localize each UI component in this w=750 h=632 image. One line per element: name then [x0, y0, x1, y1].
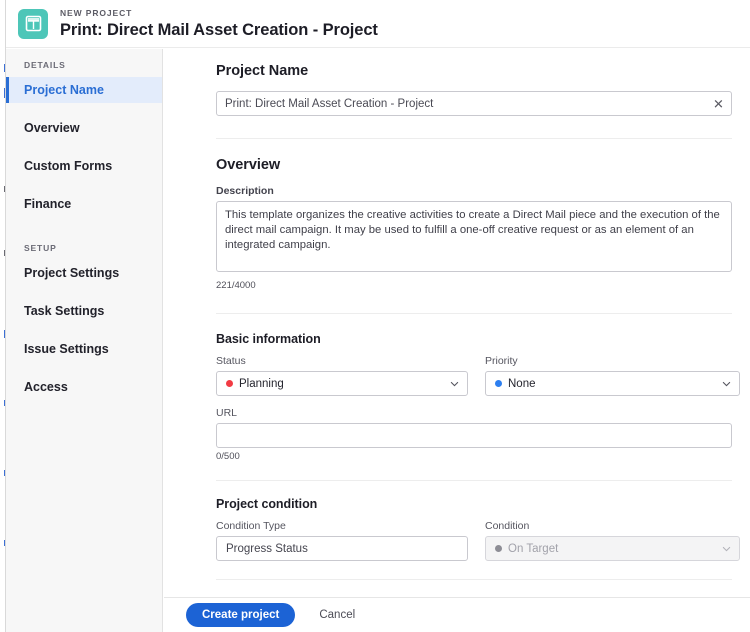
status-dot-icon	[226, 380, 233, 387]
chevron-down-icon	[450, 379, 459, 388]
sidebar-item-finance[interactable]: Finance	[6, 191, 162, 217]
description-label: Description	[216, 185, 274, 197]
sidebar-item-issue-settings[interactable]: Issue Settings	[6, 336, 162, 362]
sidebar-item-label: Task Settings	[24, 304, 105, 318]
condition-select: On Target	[485, 536, 740, 561]
priority-select[interactable]: None	[485, 371, 740, 396]
section-heading-overview: Overview	[216, 157, 281, 173]
sidebar-item-custom-forms[interactable]: Custom Forms	[6, 153, 162, 179]
project-name-field-wrap: ✕	[216, 91, 732, 116]
status-label: Status	[216, 355, 246, 367]
project-template-icon	[18, 8, 48, 39]
section-divider-1	[216, 138, 732, 139]
chevron-down-icon	[722, 379, 731, 388]
url-input[interactable]	[216, 423, 732, 448]
cancel-button[interactable]: Cancel	[313, 608, 361, 622]
new-project-panel: NEW PROJECT Print: Direct Mail Asset Cre…	[0, 0, 750, 632]
condition-value: On Target	[508, 542, 559, 555]
url-label: URL	[216, 407, 238, 419]
panel-header: NEW PROJECT Print: Direct Mail Asset Cre…	[6, 0, 750, 48]
priority-field: Priority None	[485, 355, 740, 396]
condition-field: Condition On Target	[485, 520, 740, 561]
page-title: Print: Direct Mail Asset Creation - Proj…	[60, 20, 378, 39]
url-field: URL 0/500	[216, 407, 732, 462]
status-select[interactable]: Planning	[216, 371, 468, 396]
status-field: Status Planning	[216, 355, 468, 396]
sidebar-item-label: Project Name	[24, 83, 104, 97]
sidebar-item-label: Issue Settings	[24, 342, 109, 356]
close-icon[interactable]: ✕	[712, 97, 725, 110]
sidebar-group-label-details: DETAILS	[24, 60, 66, 70]
priority-value: None	[508, 377, 536, 390]
condition-type-field: Condition Type Progress Status	[216, 520, 468, 561]
section-heading-project-name: Project Name	[216, 63, 309, 79]
sidebar-item-label: Finance	[24, 197, 72, 211]
form-scroll-area[interactable]: Project Name ✕ Overview Description 221/…	[164, 49, 750, 597]
header-eyebrow: NEW PROJECT	[60, 8, 133, 18]
sidebar: DETAILS Project Name Overview Custom For…	[6, 49, 163, 632]
sidebar-item-task-settings[interactable]: Task Settings	[6, 298, 162, 324]
sidebar-item-project-name[interactable]: Project Name	[6, 77, 162, 103]
sidebar-item-label: Overview	[24, 121, 80, 135]
form-footer: Create project Cancel	[164, 597, 750, 632]
condition-row: Condition Type Progress Status Condition…	[216, 520, 740, 561]
description-textarea[interactable]	[216, 201, 732, 272]
description-char-count: 221/4000	[216, 280, 256, 291]
chevron-down-icon	[722, 544, 731, 553]
section-divider-4	[216, 579, 732, 580]
condition-type-input[interactable]: Progress Status	[216, 536, 468, 561]
create-project-button[interactable]: Create project	[186, 603, 296, 627]
condition-dot-icon	[495, 545, 502, 552]
section-divider-3	[216, 480, 732, 481]
condition-type-value: Progress Status	[226, 542, 308, 555]
status-priority-row: Status Planning Priority None	[216, 355, 740, 396]
url-char-count: 0/500	[216, 451, 240, 462]
section-heading-basic-information: Basic information	[216, 332, 321, 346]
priority-dot-icon	[495, 380, 502, 387]
sidebar-item-label: Custom Forms	[24, 159, 113, 173]
sidebar-item-label: Project Settings	[24, 266, 120, 280]
project-name-input[interactable]	[216, 91, 732, 116]
condition-label: Condition	[485, 520, 530, 532]
priority-label: Priority	[485, 355, 518, 367]
sidebar-item-project-settings[interactable]: Project Settings	[6, 260, 162, 286]
sidebar-item-label: Access	[24, 380, 68, 394]
condition-type-label: Condition Type	[216, 520, 286, 532]
sidebar-group-label-setup: SETUP	[24, 243, 57, 253]
status-value: Planning	[239, 377, 284, 390]
section-heading-project-condition: Project condition	[216, 497, 318, 511]
section-divider-2	[216, 313, 732, 314]
sidebar-item-access[interactable]: Access	[6, 374, 162, 400]
sidebar-item-overview[interactable]: Overview	[6, 115, 162, 141]
